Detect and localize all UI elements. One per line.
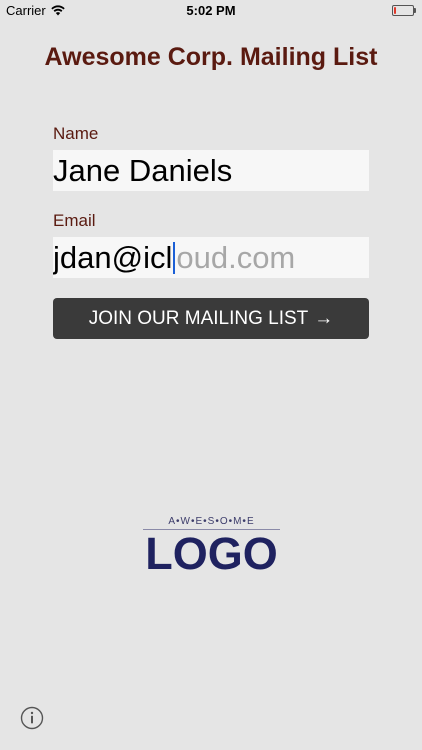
- clock-time: 5:02 PM: [186, 3, 236, 18]
- company-logo: A•W•E•S•O•M•E LOGO: [143, 516, 280, 576]
- email-field[interactable]: jdan@icl oud.com: [53, 237, 369, 278]
- email-autocomplete-suggestion: oud.com: [176, 240, 296, 275]
- join-button-label: JOIN OUR MAILING LIST: [88, 307, 309, 329]
- name-label: Name: [53, 124, 99, 143]
- status-bar: Carrier 5:02 PM: [0, 0, 422, 22]
- logo-wordmark: LOGO: [145, 528, 278, 579]
- battery-icon: [392, 5, 416, 16]
- name-value: Jane Daniels: [53, 153, 233, 188]
- email-label: Email: [53, 211, 96, 230]
- page-title: Awesome Corp. Mailing List: [44, 43, 378, 71]
- arrow-right-icon: →: [314, 307, 334, 329]
- join-mailing-list-button[interactable]: JOIN OUR MAILING LIST →: [53, 298, 369, 339]
- name-field[interactable]: Jane Daniels: [53, 150, 369, 191]
- email-typed-text: jdan@icl: [53, 240, 173, 275]
- battery-level: [394, 7, 396, 14]
- logo-tagline: A•W•E•S•O•M•E: [168, 516, 255, 527]
- info-icon[interactable]: [20, 706, 44, 730]
- text-caret: [173, 241, 176, 274]
- battery-tip: [414, 8, 416, 13]
